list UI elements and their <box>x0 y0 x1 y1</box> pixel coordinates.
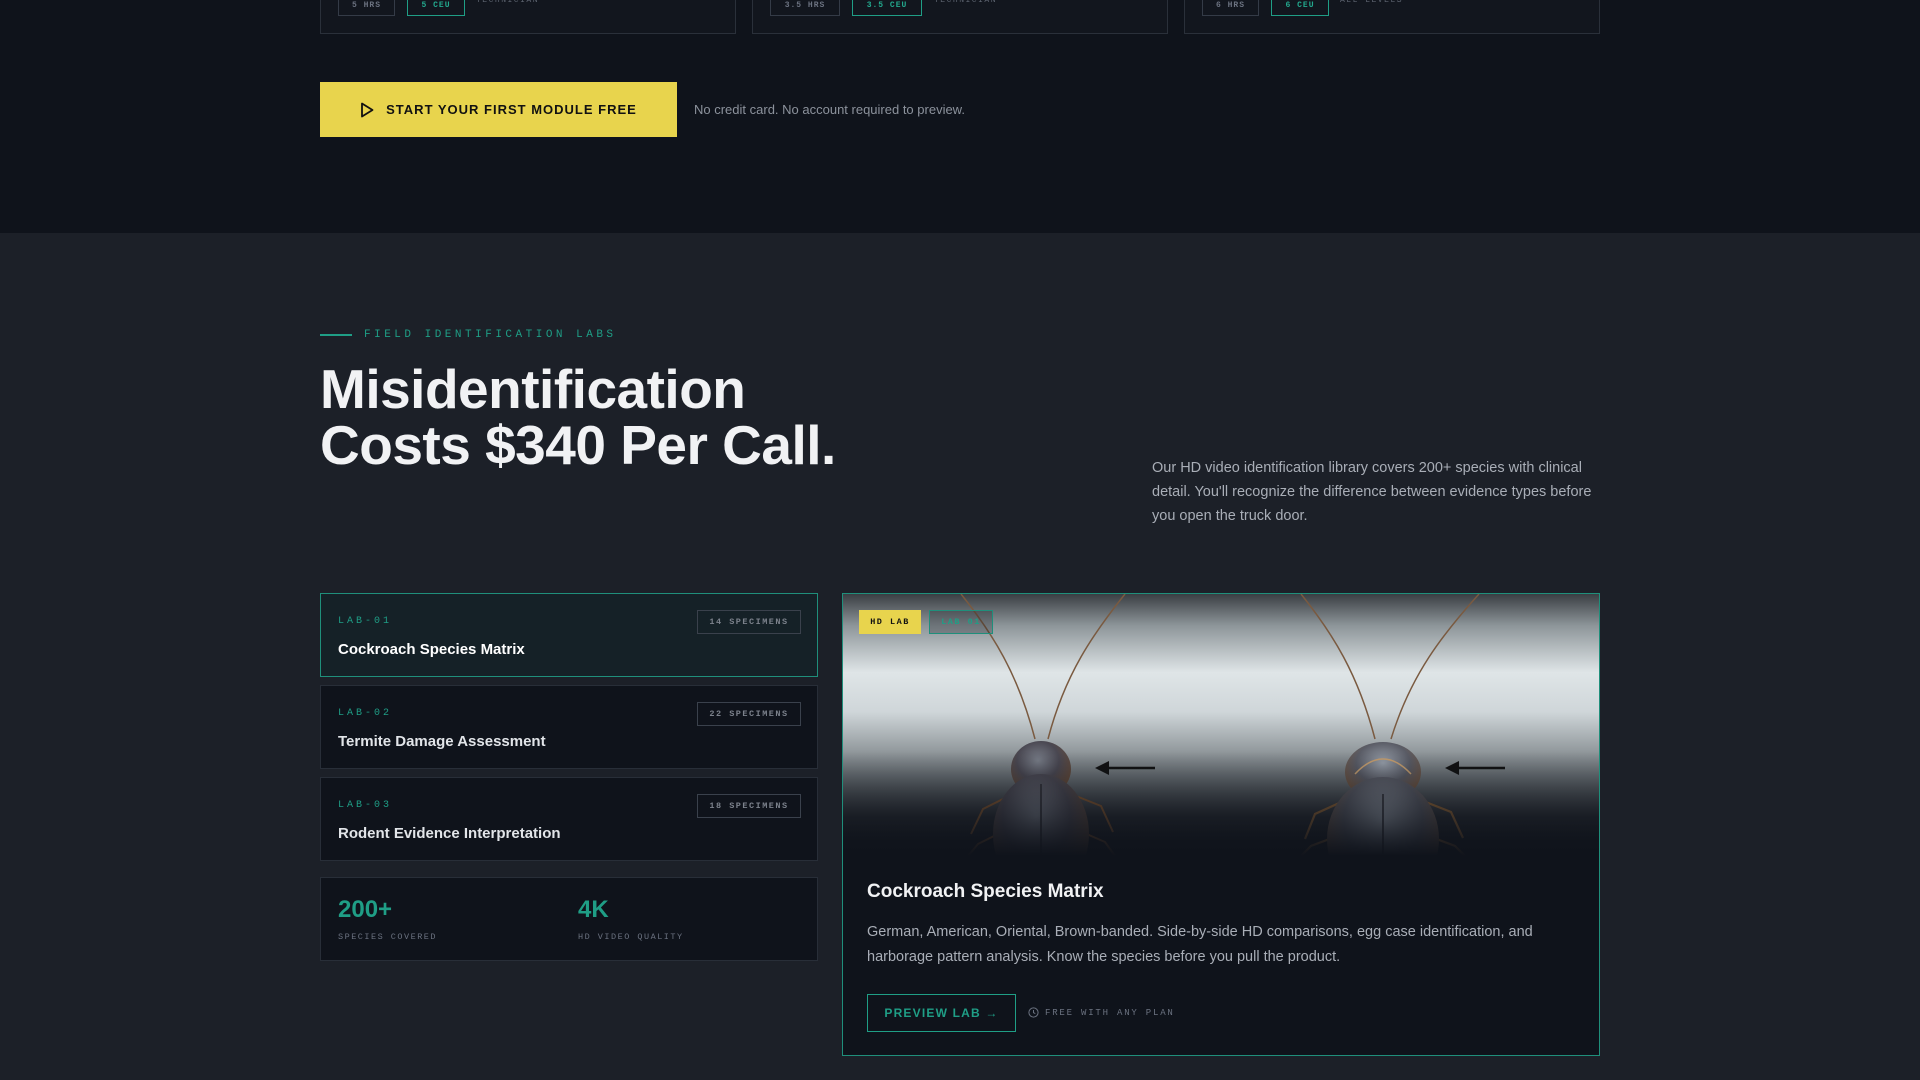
stat-label: HD VIDEO QUALITY <box>578 932 684 942</box>
lab-item[interactable]: LAB-01 Cockroach Species Matrix 14 SPECI… <box>320 593 818 677</box>
course-ceu: 3.5 CEU <box>852 0 922 16</box>
course-hours: 6 HRS <box>1202 0 1259 16</box>
stat-video-quality: 4K HD VIDEO QUALITY <box>578 896 684 942</box>
stat-label: SPECIES COVERED <box>338 932 438 942</box>
section-intro: Our HD video identification library cove… <box>1152 460 1592 524</box>
start-module-label: START YOUR FIRST MODULE FREE <box>386 102 637 117</box>
preview-title: Cockroach Species Matrix <box>867 881 1104 902</box>
play-icon <box>361 102 374 117</box>
cta-note: No credit card. No account required to p… <box>694 102 965 117</box>
course-hours: 5 HRS <box>338 0 395 16</box>
lab-specimen-count: 22 SPECIMENS <box>697 702 801 726</box>
course-level: TECHNICIAN <box>934 0 998 5</box>
lab-preview-card: HD LAB LAB 01 Cockroach Species Matrix G… <box>842 593 1600 1056</box>
preview-description: German, American, Oriental, Brown-banded… <box>867 924 1533 965</box>
lab-specimen-count: 18 SPECIMENS <box>697 794 801 818</box>
eyebrow-text: FIELD IDENTIFICATION LABS <box>364 329 617 341</box>
stat-value: 4K <box>578 896 609 923</box>
section-headline: Misidentification Costs $340 Per Call. <box>320 358 836 476</box>
free-plan-note: FREE WITH ANY PLAN <box>1028 1007 1175 1018</box>
course-level: TECHNICIAN <box>476 0 540 5</box>
lab-title: Termite Damage Assessment <box>338 733 546 750</box>
start-module-button[interactable]: START YOUR FIRST MODULE FREE <box>320 82 677 137</box>
lab-number-badge: LAB 01 <box>929 610 993 634</box>
free-plan-text: FREE WITH ANY PLAN <box>1045 1007 1175 1018</box>
lab-item[interactable]: LAB-03 Rodent Evidence Interpretation 18… <box>320 777 818 861</box>
eyebrow-divider <box>320 334 352 336</box>
lab-code: LAB-03 <box>338 800 393 811</box>
course-card[interactable]: 5 HRS 5 CEU TECHNICIAN <box>320 0 736 34</box>
stats-panel: 200+ SPECIES COVERED 4K HD VIDEO QUALITY <box>320 877 818 961</box>
course-level: ALL LEVELS <box>1340 0 1404 5</box>
course-hours: 3.5 HRS <box>770 0 840 16</box>
courses-section: 5 HRS 5 CEU TECHNICIAN 3.5 HRS 3.5 CEU T… <box>0 0 1920 233</box>
lab-item[interactable]: LAB-02 Termite Damage Assessment 22 SPEC… <box>320 685 818 769</box>
lab-code: LAB-02 <box>338 708 393 719</box>
hd-lab-badge: HD LAB <box>859 610 921 634</box>
stat-species: 200+ SPECIES COVERED <box>338 896 437 942</box>
stat-value: 200+ <box>338 896 393 923</box>
preview-lab-button[interactable]: PREVIEW LAB → <box>867 994 1016 1032</box>
lab-title: Cockroach Species Matrix <box>338 641 525 658</box>
course-ceu: 5 CEU <box>407 0 465 16</box>
course-card[interactable]: 6 HRS 6 CEU ALL LEVELS <box>1184 0 1600 34</box>
lab-code: LAB-01 <box>338 616 393 627</box>
section-eyebrow: FIELD IDENTIFICATION LABS <box>320 329 617 341</box>
lab-title: Rodent Evidence Interpretation <box>338 825 561 842</box>
course-ceu: 6 CEU <box>1271 0 1329 16</box>
course-card[interactable]: 3.5 HRS 3.5 CEU TECHNICIAN <box>752 0 1168 34</box>
lab-specimen-count: 14 SPECIMENS <box>697 610 801 634</box>
clock-icon <box>1028 1007 1039 1018</box>
